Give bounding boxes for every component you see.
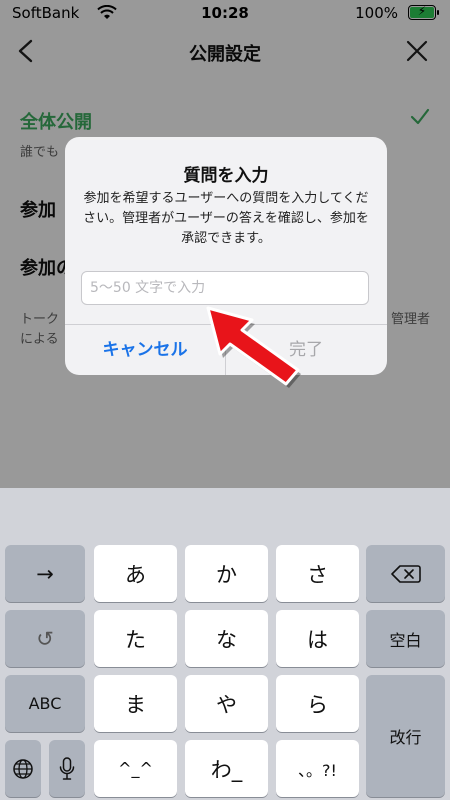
- key-wa[interactable]: わ_: [185, 740, 268, 797]
- delete-key[interactable]: [366, 545, 445, 602]
- key-ya[interactable]: や: [185, 675, 268, 732]
- key-ka[interactable]: か: [185, 545, 268, 602]
- dialog-message: 参加を希望するユーザーへの質問を入力してください。管理者がユーザーの答えを確認し…: [83, 191, 369, 246]
- undo-key[interactable]: ↺: [5, 610, 85, 667]
- key-emoticon[interactable]: ^_^: [94, 740, 177, 797]
- key-na[interactable]: な: [185, 610, 268, 667]
- japanese-keyboard: → あ か さ ↺ た な は 空白 ABC ま や ら 改行 ^_^ わ_ 、…: [0, 488, 450, 800]
- key-ra[interactable]: ら: [276, 675, 359, 732]
- dialog-title: 質問を入力: [183, 166, 269, 186]
- delete-icon: [390, 564, 421, 583]
- red-arrow-icon: [206, 306, 301, 388]
- globe-key[interactable]: [5, 740, 41, 797]
- arrow-key[interactable]: →: [5, 545, 85, 602]
- globe-icon: [13, 758, 33, 779]
- key-ta[interactable]: た: [94, 610, 177, 667]
- key-sa[interactable]: さ: [276, 545, 359, 602]
- key-ha[interactable]: は: [276, 610, 359, 667]
- mic-key[interactable]: [49, 740, 85, 797]
- key-a[interactable]: あ: [94, 545, 177, 602]
- key-ma[interactable]: ま: [94, 675, 177, 732]
- mic-icon: [59, 756, 75, 780]
- key-punctuation[interactable]: 、。?!: [276, 740, 359, 797]
- abc-key[interactable]: ABC: [5, 675, 85, 732]
- return-key[interactable]: 改行: [366, 675, 445, 797]
- space-key[interactable]: 空白: [366, 610, 445, 667]
